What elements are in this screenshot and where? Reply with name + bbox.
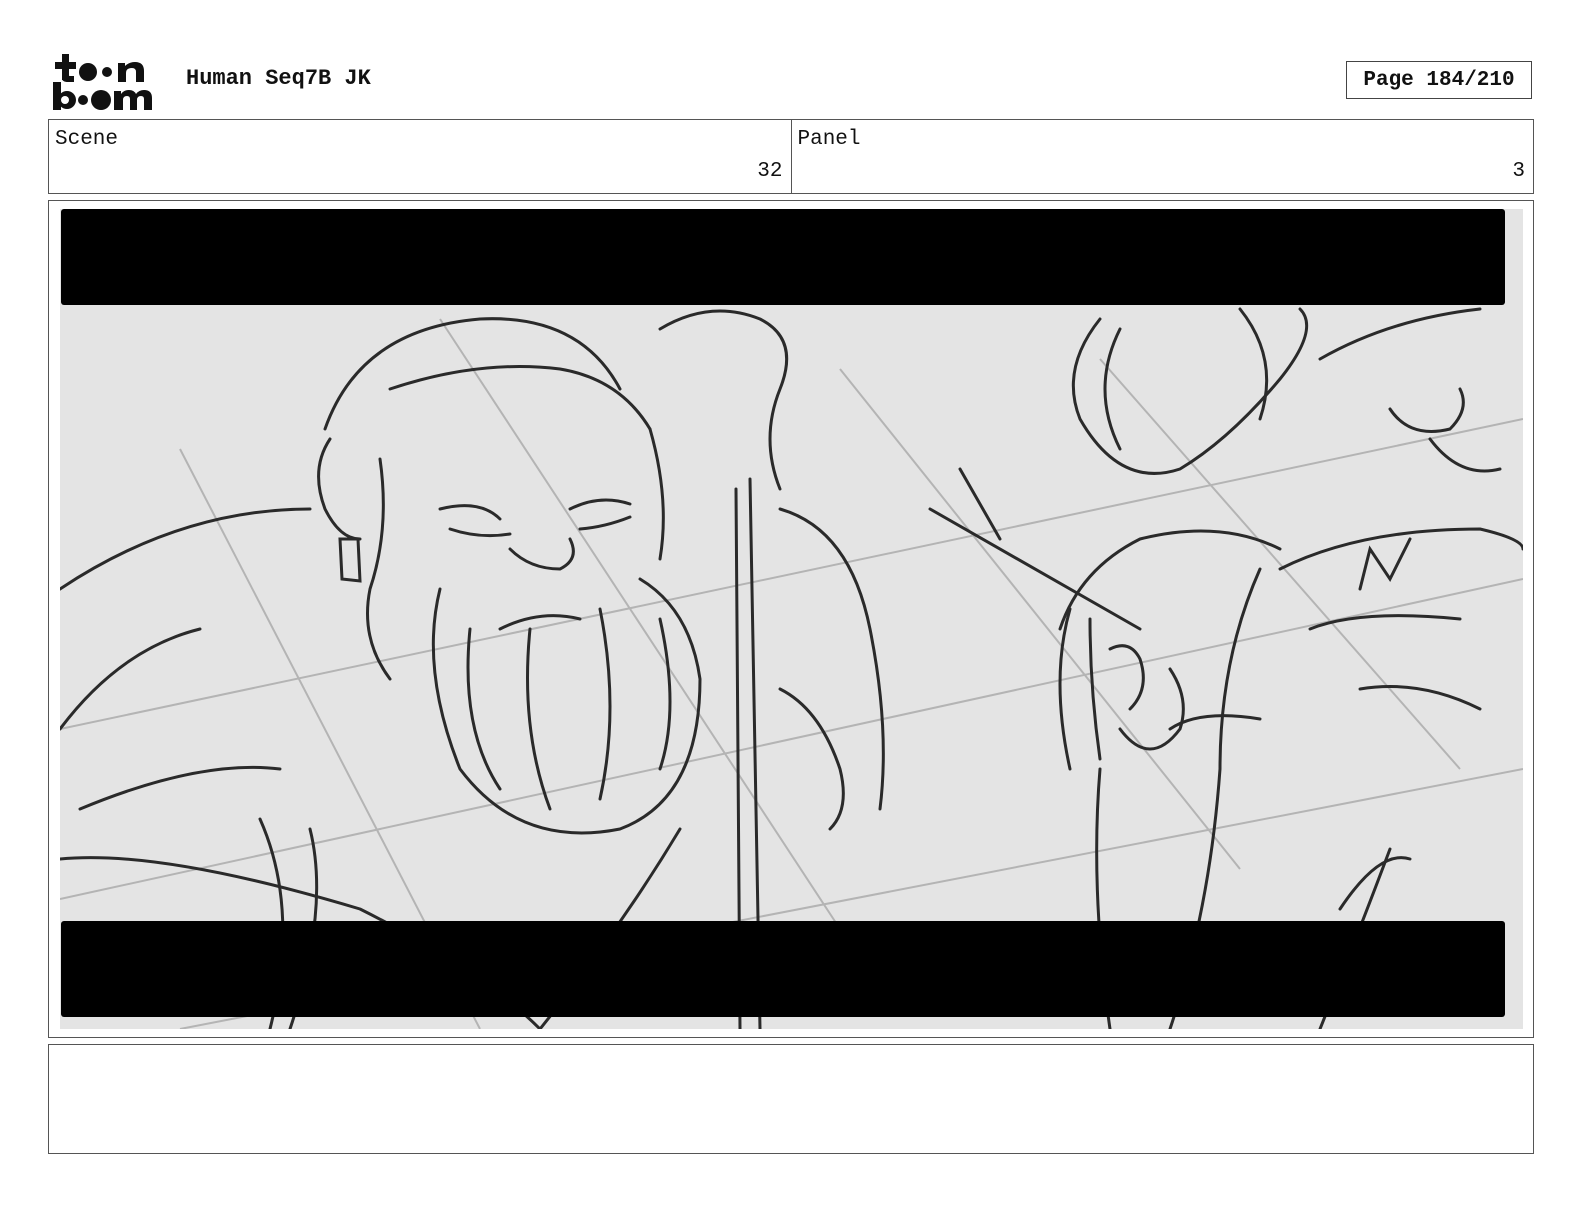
document-title: Human Seq7B JK	[186, 66, 371, 91]
scene-number: 32	[757, 160, 783, 183]
panel-number: 3	[1512, 160, 1525, 183]
page-number: Page 184/210	[1346, 61, 1532, 99]
panel-label: Panel	[797, 128, 861, 151]
scene-label: Scene	[55, 128, 119, 151]
panel-cell: Panel 3	[790, 120, 1534, 193]
panel-notes	[48, 1044, 1534, 1154]
storyboard-frame	[48, 200, 1534, 1038]
storyboard-sketch	[60, 209, 1523, 1029]
scene-panel-info: Scene 32 Panel 3	[48, 119, 1534, 194]
scene-cell: Scene 32	[49, 120, 791, 193]
toon-boom-logo	[52, 52, 164, 112]
